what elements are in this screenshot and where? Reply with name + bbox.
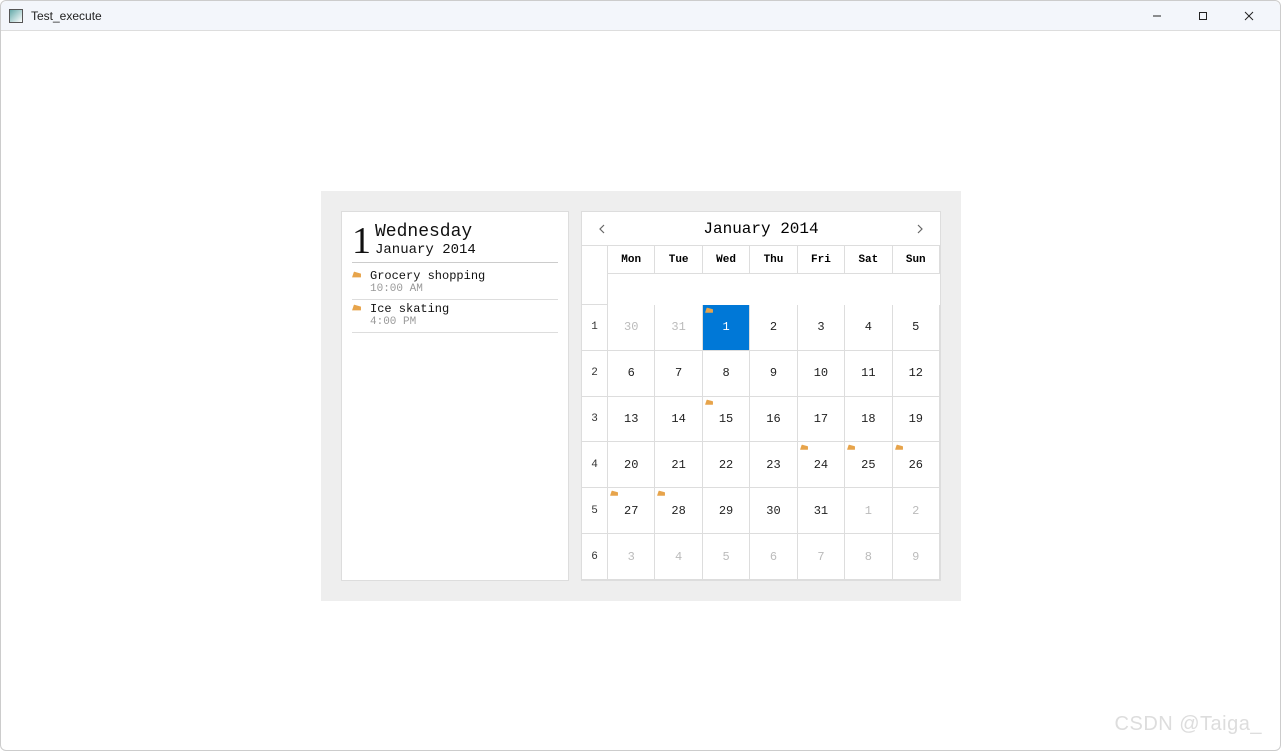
calendar-day[interactable]: 5 (703, 534, 750, 580)
calendar-day[interactable]: 9 (750, 351, 797, 397)
calendar-dow: Sat (845, 246, 892, 274)
calendar-day[interactable]: 18 (845, 397, 892, 443)
calendar-day[interactable]: 3 (608, 534, 655, 580)
calendar-day[interactable]: 7 (798, 534, 845, 580)
calendar-day[interactable]: 31 (798, 488, 845, 534)
week-number: 4 (582, 442, 608, 488)
app-icon (9, 9, 23, 23)
event-item[interactable]: Grocery shopping10:00 AM (352, 267, 558, 300)
week-number: 5 (582, 488, 608, 534)
calendar-day[interactable]: 7 (655, 351, 702, 397)
calendar-dow: Sun (893, 246, 940, 274)
calendar-day[interactable]: 11 (845, 351, 892, 397)
day-number: 1 (352, 222, 371, 260)
calendar-header: January 2014 (582, 212, 940, 246)
event-time: 10:00 AM (370, 283, 485, 295)
event-item[interactable]: Ice skating4:00 PM (352, 300, 558, 333)
calendar-day[interactable]: 15 (703, 397, 750, 443)
calendar-day[interactable]: 4 (655, 534, 702, 580)
calendar-title: January 2014 (703, 220, 818, 238)
calendar-panel: January 2014 MonTueWedThuFriSatSun130311… (581, 211, 941, 581)
calendar-day[interactable]: 2 (750, 305, 797, 351)
calendar-day[interactable]: 2 (893, 488, 940, 534)
window-title: Test_execute (31, 9, 1134, 23)
calendar-day[interactable]: 6 (750, 534, 797, 580)
event-marker-icon (610, 490, 619, 499)
calendar-day[interactable]: 21 (655, 442, 702, 488)
calendar-day[interactable]: 14 (655, 397, 702, 443)
month-year-label: January 2014 (375, 242, 476, 258)
calendar-day[interactable]: 13 (608, 397, 655, 443)
event-marker-icon (895, 444, 904, 453)
maximize-button[interactable] (1180, 1, 1226, 31)
event-marker-icon (800, 444, 809, 453)
calendar-day[interactable]: 6 (608, 351, 655, 397)
window-controls (1134, 1, 1272, 31)
calendar-grid: MonTueWedThuFriSatSun1303112345267891011… (582, 246, 940, 580)
calendar-day[interactable]: 12 (893, 351, 940, 397)
calendar-day[interactable]: 4 (845, 305, 892, 351)
event-marker-icon (847, 444, 856, 453)
prev-month-button[interactable] (592, 219, 612, 239)
calendar-day[interactable]: 31 (655, 305, 702, 351)
calendar-day[interactable]: 1 (845, 488, 892, 534)
event-title: Grocery shopping (370, 269, 485, 283)
event-marker-icon (657, 490, 666, 499)
calendar-day[interactable]: 29 (703, 488, 750, 534)
calendar-day[interactable]: 5 (893, 305, 940, 351)
week-number: 6 (582, 534, 608, 580)
calendar-day[interactable]: 19 (893, 397, 940, 443)
calendar-dow: Tue (655, 246, 702, 274)
calendar-dow: Thu (750, 246, 797, 274)
event-marker-icon (705, 399, 714, 408)
week-number: 3 (582, 397, 608, 443)
calendar-day[interactable]: 30 (750, 488, 797, 534)
titlebar[interactable]: Test_execute (1, 1, 1280, 31)
calendar-day[interactable]: 3 (798, 305, 845, 351)
watermark: CSDN @Taiga_ (1115, 713, 1262, 736)
calendar-day[interactable]: 16 (750, 397, 797, 443)
day-header: 1 Wednesday January 2014 (352, 222, 558, 263)
event-icon (352, 271, 364, 283)
event-icon (352, 304, 364, 316)
close-button[interactable] (1226, 1, 1272, 31)
calendar-day[interactable]: 25 (845, 442, 892, 488)
calendar-day[interactable]: 24 (798, 442, 845, 488)
event-time: 4:00 PM (370, 316, 449, 328)
event-list: Grocery shopping10:00 AMIce skating4:00 … (352, 267, 558, 333)
next-month-button[interactable] (910, 219, 930, 239)
calendar-day[interactable]: 1 (703, 305, 750, 351)
calendar-corner (582, 246, 608, 305)
calendar-day[interactable]: 8 (703, 351, 750, 397)
day-meta: Wednesday January 2014 (375, 222, 476, 258)
minimize-button[interactable] (1134, 1, 1180, 31)
calendar-dow: Fri (798, 246, 845, 274)
calendar-dow: Wed (703, 246, 750, 274)
calendar-day[interactable]: 10 (798, 351, 845, 397)
app-window: Test_execute 1 Wednesday January 2014 Gr… (0, 0, 1281, 751)
week-number: 2 (582, 351, 608, 397)
weekday-label: Wednesday (375, 222, 476, 242)
calendar-widget: 1 Wednesday January 2014 Grocery shoppin… (321, 191, 961, 601)
calendar-day[interactable]: 8 (845, 534, 892, 580)
week-number: 1 (582, 305, 608, 351)
calendar-day[interactable]: 20 (608, 442, 655, 488)
calendar-day[interactable]: 26 (893, 442, 940, 488)
calendar-day[interactable]: 30 (608, 305, 655, 351)
calendar-day[interactable]: 17 (798, 397, 845, 443)
calendar-day[interactable]: 27 (608, 488, 655, 534)
calendar-day[interactable]: 28 (655, 488, 702, 534)
calendar-day[interactable]: 9 (893, 534, 940, 580)
event-title: Ice skating (370, 302, 449, 316)
calendar-day[interactable]: 23 (750, 442, 797, 488)
calendar-dow: Mon (608, 246, 655, 274)
event-marker-icon (705, 307, 714, 316)
day-panel: 1 Wednesday January 2014 Grocery shoppin… (341, 211, 569, 581)
calendar-day[interactable]: 22 (703, 442, 750, 488)
